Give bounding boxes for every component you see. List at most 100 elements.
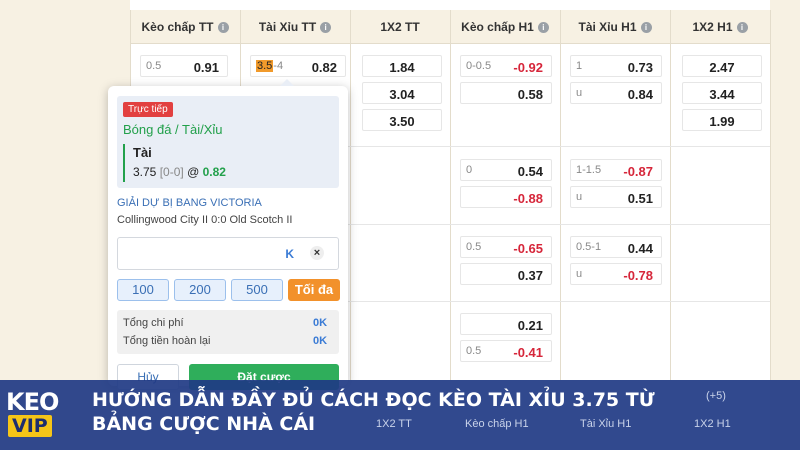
info-icon[interactable]: i [537, 22, 549, 34]
col-header-ou-h1: Tài Xỉu H1 i [560, 10, 670, 44]
line-label: u [576, 191, 583, 203]
totals-box: Tổng chi phí 0K Tổng tiền hoàn lại 0K [117, 310, 339, 354]
stake-unit: K [285, 247, 294, 261]
divider [560, 10, 561, 380]
odds-cell[interactable]: u 0.84 [570, 82, 662, 104]
line-label: 0.5 [146, 60, 162, 72]
odds-value: 0.82 [311, 60, 337, 75]
odds-cell[interactable]: 3.44 [682, 82, 762, 104]
line-highlight: 3.5 [256, 60, 274, 72]
ghost-col-header: 1X2 H1 [694, 418, 731, 430]
odds-cell[interactable]: 0.58 [460, 82, 552, 104]
odds-value: -0.41 [513, 345, 543, 360]
line-label: u [576, 268, 583, 280]
info-icon[interactable]: i [736, 22, 748, 34]
chip-200-button[interactable]: 200 [174, 279, 226, 301]
line-label: u [576, 87, 583, 99]
odds-cell[interactable]: 3.50 [362, 109, 442, 131]
odds-value: 1.84 [389, 60, 415, 75]
odds-value: 0.54 [517, 164, 543, 179]
col-header-handicap-ft: Kèo chấp TT i [130, 10, 240, 44]
odds-value: 0.58 [517, 87, 543, 102]
odds-value: 0.51 [627, 191, 653, 206]
odds-value: 0.44 [627, 241, 653, 256]
odds-value: 0.21 [517, 318, 543, 333]
total-refund-value: 0K [313, 335, 328, 347]
line-label: 0.5 [466, 345, 482, 357]
odds-cell[interactable]: 1.84 [362, 55, 442, 77]
odds-value: -0.92 [513, 60, 543, 75]
odds-cell[interactable]: 0.5 0.91 [140, 55, 228, 77]
line-value: 3.75 [133, 165, 157, 179]
odds-value: 0.91 [193, 60, 219, 75]
odds-value: 0.73 [627, 60, 653, 75]
odds-cell[interactable]: 1-1.5 -0.87 [570, 159, 662, 181]
info-icon[interactable]: i [320, 22, 332, 34]
odds-cell[interactable]: 1 0.73 [570, 55, 662, 77]
logo-text-bottom: VIP [8, 415, 52, 437]
odds-value: -0.87 [623, 164, 653, 179]
line-rest: -4 [273, 60, 284, 72]
col-header-1x2-ft: 1X2 TT [380, 20, 420, 34]
odds-value: -0.88 [513, 191, 543, 206]
odds-value: 0.84 [627, 87, 653, 102]
live-badge: Trực tiếp [123, 102, 173, 117]
more-count: (+5) [706, 390, 726, 402]
odds-cell[interactable]: 0.21 [460, 313, 552, 335]
logo-text-top: KEO [6, 388, 59, 416]
odds-value: 2.47 [709, 60, 735, 75]
odds-cell[interactable]: 1.99 [682, 109, 762, 131]
info-icon[interactable]: i [640, 22, 652, 34]
stake-input[interactable]: K × [117, 237, 339, 270]
selection-box: Trực tiếp Bóng đá / Tài/Xỉu Tài 3.75 [0-… [117, 96, 339, 188]
line-label: 1-1.5 [576, 164, 602, 176]
chip-100-button[interactable]: 100 [117, 279, 169, 301]
odds-cell[interactable]: u -0.78 [570, 263, 662, 285]
line-label: 0.5-1 [576, 241, 602, 253]
odds-cell[interactable]: 0.5 -0.41 [460, 340, 552, 362]
selection-odd: 0.82 [202, 165, 226, 179]
score: [0-0] [159, 165, 184, 179]
bet-slip-popup: Trực tiếp Bóng đá / Tài/Xỉu Tài 3.75 [0-… [108, 79, 348, 390]
odds-cell[interactable]: u 0.51 [570, 186, 662, 208]
total-cost-label: Tổng chi phí [123, 317, 184, 329]
keovip-logo: KEO VIP [6, 388, 72, 442]
odds-cell-selected[interactable]: 3.5-4 0.82 [250, 55, 346, 77]
chip-500-button[interactable]: 500 [231, 279, 283, 301]
total-cost-value: 0K [313, 317, 328, 329]
divider [770, 10, 771, 380]
max-stake-button[interactable]: Tối đa [288, 279, 340, 301]
odds-cell[interactable]: 0.37 [460, 263, 552, 285]
match-name: Collingwood City II 0:0 Old Scotch II [117, 214, 293, 226]
clear-icon[interactable]: × [310, 246, 324, 260]
odds-cell[interactable]: 0.5-1 0.44 [570, 236, 662, 258]
line-label: 0.5 [466, 241, 482, 253]
league-name: GIẢI DỰ BỊ BANG VICTORIA [117, 197, 262, 209]
divider [670, 10, 671, 380]
odds-cell[interactable]: -0.88 [460, 186, 552, 208]
odds-value: 1.99 [709, 114, 735, 129]
odds-cell[interactable]: 0 0.54 [460, 159, 552, 181]
selection-name: Tài [133, 145, 152, 160]
selection-bar [123, 144, 125, 182]
total-refund-label: Tổng tiền hoàn lại [123, 335, 211, 347]
popup-arrow [280, 79, 294, 86]
divider [350, 10, 351, 380]
odds-value: -0.65 [513, 241, 543, 256]
odds-cell[interactable]: 0-0.5 -0.92 [460, 55, 552, 77]
line-label: 0-0.5 [466, 60, 492, 72]
odds-cell[interactable]: 3.04 [362, 82, 442, 104]
odds-value: 3.50 [389, 114, 415, 129]
selection-line: 3.75 [0-0] @ 0.82 [133, 165, 226, 179]
col-header-1x2-h1: 1X2 H1 i [670, 10, 770, 44]
line-label: 3.5-4 [256, 60, 283, 72]
divider [450, 10, 451, 380]
line-label: 0 [466, 164, 473, 176]
info-icon[interactable]: i [217, 22, 229, 34]
total-cost-row: Tổng chi phí 0K [123, 317, 327, 329]
odds-cell[interactable]: 2.47 [682, 55, 762, 77]
market-type: Bóng đá / Tài/Xỉu [123, 122, 223, 137]
col-header-handicap-h1: Kèo chấp H1 i [450, 10, 560, 44]
odds-cell[interactable]: 0.5 -0.65 [460, 236, 552, 258]
at-sign: @ [187, 165, 200, 179]
